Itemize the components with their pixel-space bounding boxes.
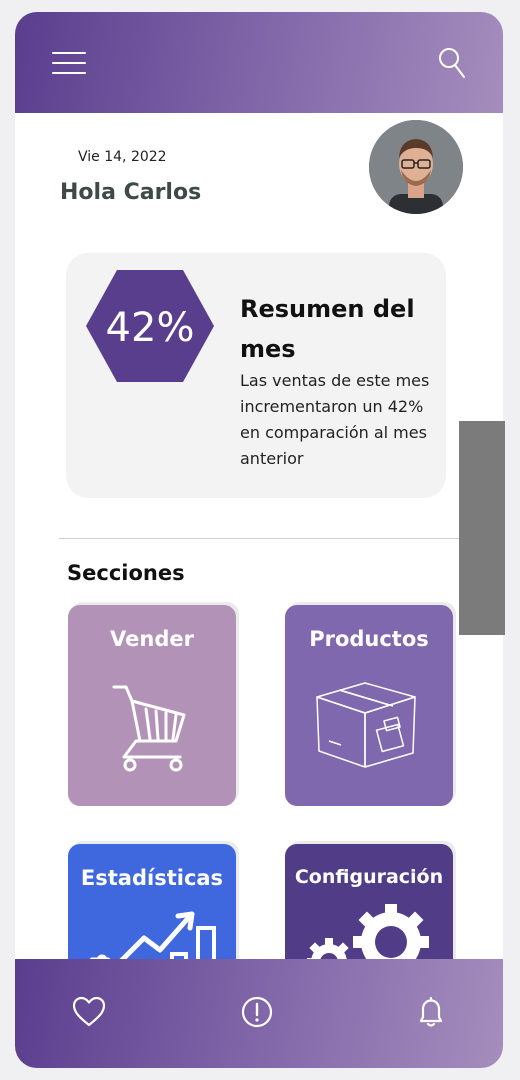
- bell-icon[interactable]: [413, 994, 449, 1030]
- summary-description: Las ventas de este mes incrementaron un …: [240, 371, 430, 468]
- sections-title: Secciones: [67, 561, 185, 585]
- divider: [59, 538, 459, 539]
- tile-label: Productos: [309, 627, 429, 651]
- percent-hexagon: 42%: [86, 270, 214, 382]
- shopping-cart-icon: [112, 685, 186, 772]
- monthly-summary-card[interactable]: 42% Resumen del mes Las ventas de este m…: [66, 253, 446, 498]
- alert-icon[interactable]: [239, 994, 275, 1030]
- avatar-photo: [369, 120, 463, 214]
- tile-label: Estadísticas: [80, 866, 224, 890]
- search-icon[interactable]: [437, 46, 467, 80]
- tile-label: Configuración: [294, 866, 444, 888]
- app-screen: Vie 14, 2022 Hola Carlos 42% Resumen del…: [15, 12, 503, 1068]
- hamburger-menu-icon[interactable]: [52, 52, 86, 76]
- bottom-nav-bar: [15, 959, 503, 1068]
- heart-icon[interactable]: [71, 994, 107, 1030]
- section-tile-productos[interactable]: Productos: [285, 605, 453, 806]
- section-tile-vender[interactable]: Vender: [68, 605, 236, 806]
- tile-label: Vender: [110, 627, 194, 651]
- top-bar: [15, 12, 503, 113]
- summary-title: Resumen del mes: [240, 295, 415, 363]
- summary-percent: 42%: [106, 305, 195, 351]
- greeting-title: Hola Carlos: [60, 180, 202, 205]
- avatar[interactable]: [369, 120, 463, 214]
- date-label: Vie 14, 2022: [78, 149, 167, 165]
- side-scroll-tab[interactable]: [459, 421, 505, 635]
- box-icon: [316, 682, 416, 768]
